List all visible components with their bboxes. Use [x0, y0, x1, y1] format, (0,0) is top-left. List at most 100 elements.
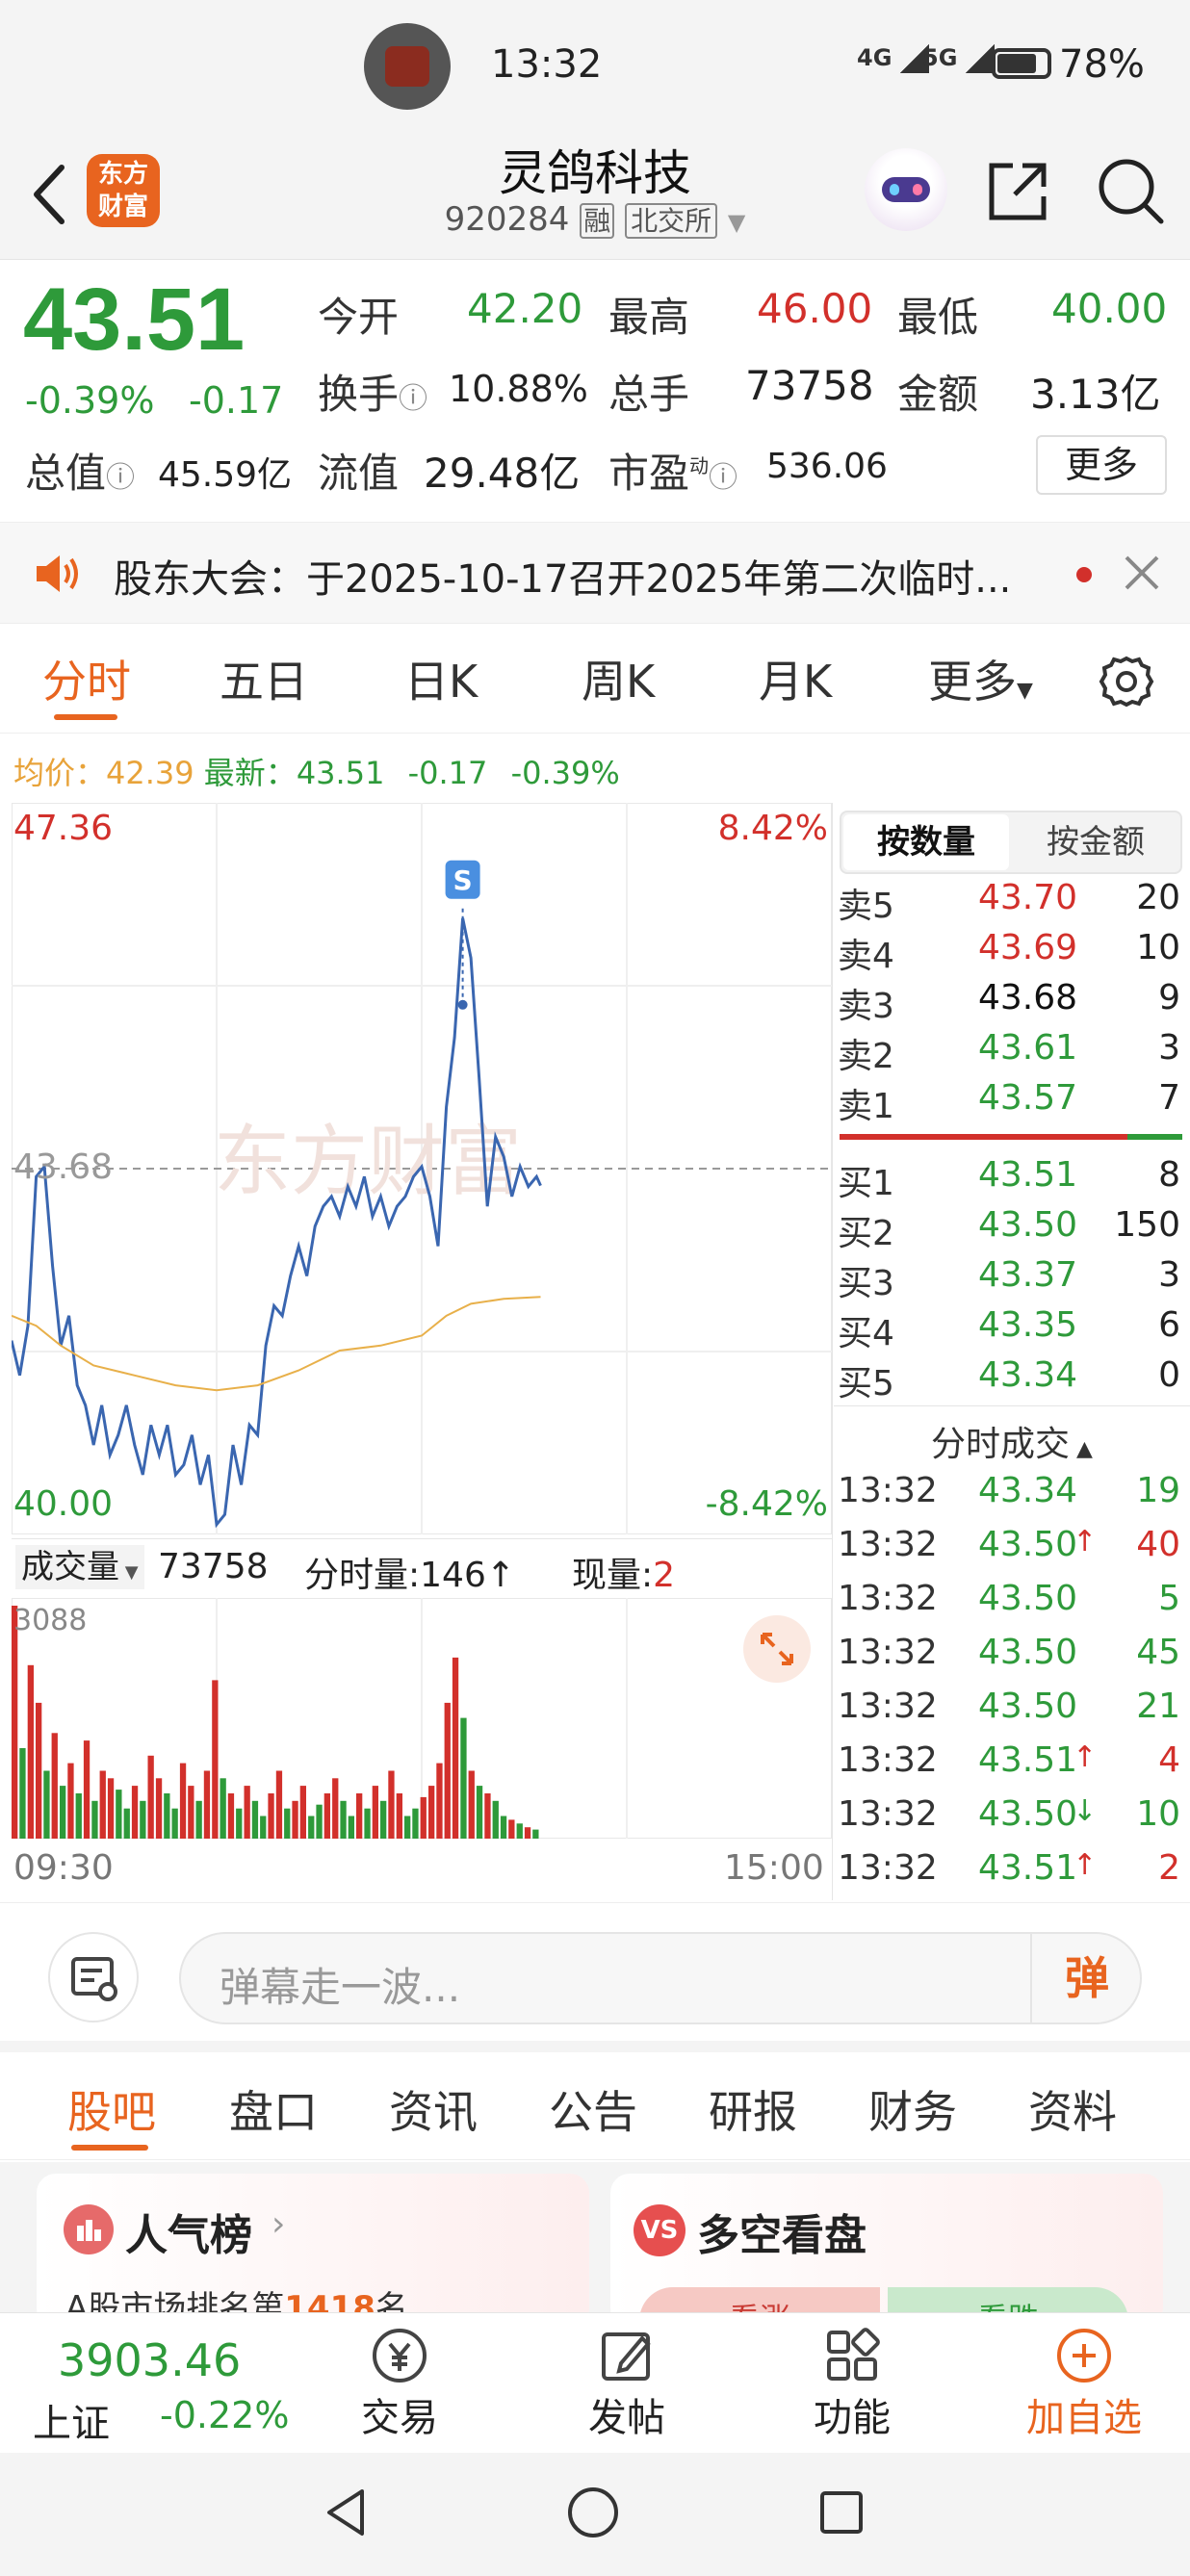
- unread-dot: [1076, 567, 1092, 582]
- danmaku-settings-icon[interactable]: [48, 1932, 139, 2022]
- order-book-tabs: 按数量 按金额: [840, 811, 1182, 874]
- volume-max: 3088: [13, 1604, 88, 1637]
- tab-more[interactable]: 更多▼: [928, 647, 1033, 710]
- tab-news[interactable]: 资讯: [389, 2077, 478, 2141]
- ask-row[interactable]: 卖1 43.57 7: [838, 1078, 1184, 1128]
- open-label: 今开: [318, 294, 400, 341]
- intraday-chart[interactable]: 东方财富 S 47.36 8.42% 43.68 40.00 -8.42%: [10, 802, 833, 1535]
- settings-gear-icon[interactable]: [1098, 653, 1155, 710]
- volume-bar: [19, 1748, 26, 1839]
- bid-row[interactable]: 买1 43.51 8: [838, 1155, 1184, 1205]
- nav-functions-label: 功能: [814, 2396, 891, 2440]
- trade-qty: 10: [1136, 1794, 1180, 1834]
- ask-row[interactable]: 卖3 43.68 9: [838, 978, 1184, 1028]
- trade-row: 13:32 43.50 ↑ 40: [838, 1525, 1184, 1579]
- caret-down-icon[interactable]: ▼: [728, 209, 745, 236]
- volume-bar: [532, 1829, 539, 1839]
- tab-weekly-k[interactable]: 周K: [582, 647, 655, 710]
- tab-pankou[interactable]: 盘口: [229, 2077, 318, 2141]
- ask-row[interactable]: 卖5 43.70 20: [838, 878, 1184, 928]
- robot-assistant-icon[interactable]: [865, 148, 947, 231]
- tab-announcement[interactable]: 公告: [549, 2077, 637, 2141]
- nav-trade[interactable]: 交易: [318, 2325, 481, 2446]
- book-price: 43.51: [978, 1155, 1078, 1195]
- signal-5g-icon: 5G: [922, 44, 995, 73]
- tab-profile[interactable]: 资料: [1028, 2077, 1117, 2141]
- tab-daily-k[interactable]: 日K: [404, 647, 478, 710]
- tab-monthly-k[interactable]: 月K: [759, 647, 832, 710]
- volume-chart[interactable]: 3088: [11, 1597, 833, 1840]
- book-level: 买1: [838, 1164, 894, 1203]
- close-icon[interactable]: [1123, 554, 1161, 592]
- float-cap-label: 流值: [318, 450, 400, 497]
- recents-square-icon[interactable]: [813, 2484, 870, 2541]
- more-button[interactable]: 更多: [1036, 435, 1167, 495]
- info-icon[interactable]: ⓘ: [106, 461, 135, 495]
- volume-bar: [12, 1606, 18, 1839]
- nav-trade-label: 交易: [361, 2396, 438, 2440]
- trade-qty: 40: [1136, 1525, 1180, 1564]
- tab-by-quantity[interactable]: 按数量: [843, 814, 1009, 870]
- chart-max-price: 47.36: [13, 809, 114, 848]
- tab-five-day[interactable]: 五日: [220, 647, 308, 710]
- nav-functions[interactable]: 功能: [770, 2325, 934, 2446]
- trade-list-header[interactable]: 分时成交 ▲: [834, 1405, 1190, 1464]
- search-icon[interactable]: [1094, 154, 1167, 227]
- index-ticker[interactable]: 3903.46 上证 -0.22%: [27, 2334, 306, 2446]
- bid-row[interactable]: 买5 43.34 0: [838, 1355, 1184, 1405]
- volume-bar: [292, 1800, 298, 1839]
- volume-bar: [308, 1816, 315, 1839]
- nav-post[interactable]: 发帖: [545, 2325, 709, 2446]
- trade-arrow: ↓: [1073, 1794, 1098, 1828]
- volume-selector[interactable]: 成交量 ▼: [15, 1545, 144, 1589]
- volume-bar: [164, 1793, 170, 1839]
- book-level: 卖5: [838, 887, 894, 926]
- trade-time: 13:32: [838, 1471, 938, 1510]
- danmaku-send-button[interactable]: 弹: [1030, 1934, 1142, 2022]
- status-bar: 13:32 4G 5G 78%: [0, 0, 1190, 135]
- back-triangle-icon[interactable]: [318, 2484, 375, 2541]
- book-price: 43.61: [978, 1028, 1078, 1068]
- tab-finance[interactable]: 财务: [868, 2077, 957, 2141]
- trade-qty: 2: [1158, 1848, 1180, 1888]
- volume-bar: [299, 1786, 306, 1839]
- danmaku-input[interactable]: 弹幕走一波... 弹: [179, 1932, 1142, 2024]
- share-icon[interactable]: [984, 158, 1051, 225]
- expand-icon[interactable]: [743, 1615, 811, 1683]
- tab-intraday[interactable]: 分时: [42, 647, 131, 710]
- trade-time: 13:32: [838, 1579, 938, 1618]
- speaker-icon: [33, 552, 81, 596]
- popularity-title: 人气榜: [125, 2211, 252, 2260]
- book-qty: 3: [1158, 1255, 1180, 1295]
- nav-add-watchlist[interactable]: 加自选: [997, 2325, 1171, 2446]
- volume-total: 73758: [158, 1547, 269, 1586]
- volume-bar: [195, 1800, 202, 1839]
- ask-row[interactable]: 卖2 43.61 3: [838, 1028, 1184, 1078]
- book-qty: 9: [1158, 978, 1180, 1018]
- ask-row[interactable]: 卖4 43.69 10: [838, 928, 1184, 978]
- bid-row[interactable]: 买2 43.50 150: [838, 1205, 1184, 1255]
- marker-dot: [457, 999, 468, 1010]
- popularity-card[interactable]: 人气榜 › A股市场排名第1418名: [37, 2174, 589, 2328]
- panel-divider: [832, 803, 833, 1900]
- home-circle-icon[interactable]: [564, 2484, 622, 2541]
- tab-active-indicator: [54, 714, 117, 720]
- bull-bear-card[interactable]: VS 多空看盘 看涨 看跌: [610, 2174, 1163, 2328]
- volume-bar: [131, 1786, 139, 1839]
- tab-research[interactable]: 研报: [709, 2077, 797, 2141]
- bid-row[interactable]: 买3 43.37 3: [838, 1255, 1184, 1305]
- volume-bar: [372, 1786, 378, 1839]
- info-icon[interactable]: ⓘ: [709, 461, 737, 495]
- info-icon[interactable]: ⓘ: [399, 382, 427, 416]
- sub-tab-indicator: [71, 2145, 148, 2151]
- book-qty: 20: [1136, 878, 1180, 917]
- quote-panel: 43.51 -0.39% -0.17 今开 42.20 最高 46.00 最低 …: [0, 262, 1190, 520]
- bid-row[interactable]: 买4 43.35 6: [838, 1305, 1184, 1355]
- tab-guba[interactable]: 股吧: [67, 2077, 156, 2141]
- trade-arrow: ↑: [1073, 1525, 1098, 1558]
- tab-by-amount[interactable]: 按金额: [1011, 814, 1180, 870]
- notice-bar[interactable]: 股东大会：于2025-10-17召开2025年第二次临时...: [0, 522, 1190, 624]
- volume-bar: [43, 1770, 50, 1839]
- trade-price: 43.51: [978, 1740, 1078, 1780]
- trade-qty: 45: [1136, 1633, 1180, 1672]
